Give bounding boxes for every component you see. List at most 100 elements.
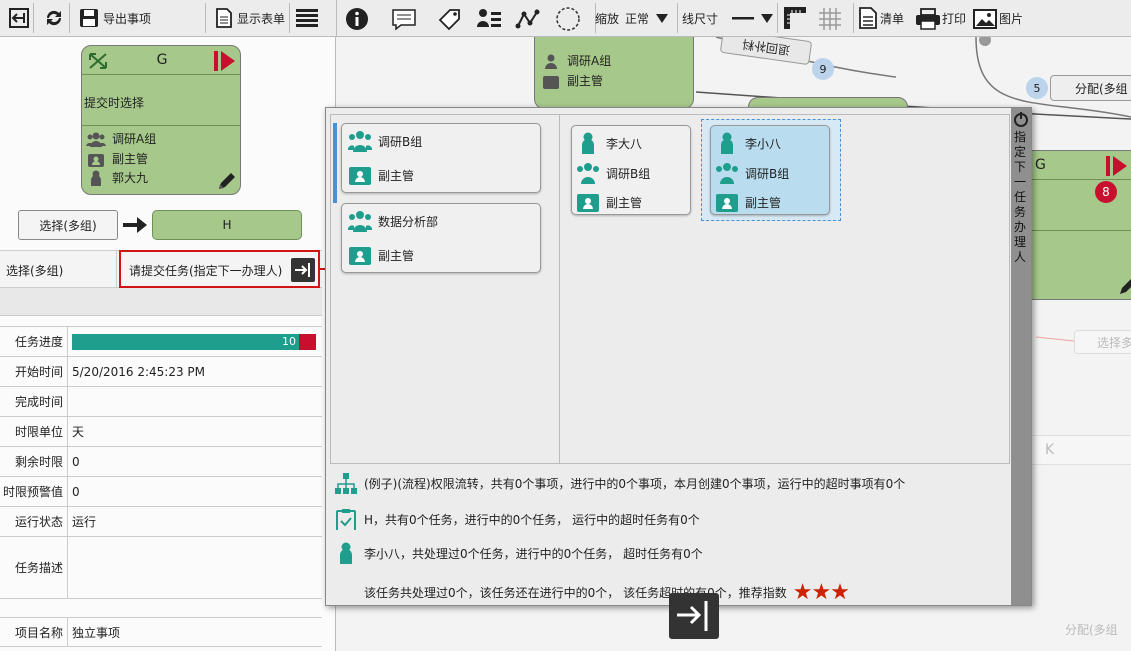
badge-icon — [577, 194, 599, 212]
floating-submit-button[interactable] — [669, 593, 719, 639]
users-button[interactable] — [477, 0, 503, 37]
ghost-edge-label: 分配(多组 — [1065, 622, 1118, 637]
person-icon — [721, 132, 733, 154]
group-icon — [577, 163, 599, 184]
time-unit-row: 时限单位天 — [0, 417, 322, 447]
submit-task-button[interactable]: 请提交任务(指定下一办理人) — [119, 250, 320, 288]
alert-count-badge: 8 — [1095, 181, 1117, 203]
back-icon — [8, 8, 29, 28]
canvas-top-card[interactable]: 调研A组 副主管 — [534, 37, 694, 109]
badge-icon — [349, 167, 371, 185]
ruler-button[interactable] — [777, 3, 808, 33]
ghost-node: K — [1024, 435, 1131, 465]
group-option[interactable]: 调研B组 副主管 — [341, 123, 541, 193]
info-person: 李小八，共处理过0个任务，进行中的0个任务， 超时任务有0个 — [334, 542, 703, 564]
lasso-button[interactable] — [555, 0, 581, 37]
power-icon — [1014, 112, 1028, 127]
back-button[interactable] — [4, 3, 34, 33]
arrow-right-icon — [123, 217, 147, 233]
person-icon — [340, 542, 352, 564]
edit-pencil-icon[interactable] — [216, 170, 238, 192]
show-form-button[interactable]: 显示表单 — [210, 3, 290, 33]
line-width-icon — [732, 17, 755, 20]
menu-button[interactable] — [292, 3, 322, 33]
progress-row: 任务进度 10 — [0, 327, 322, 357]
org-chart-icon — [335, 473, 357, 494]
target-node-h[interactable]: H — [152, 210, 302, 240]
group-icon — [86, 132, 106, 147]
ruler-icon — [784, 7, 806, 29]
card-role: 副主管 — [86, 150, 148, 167]
progress-value: 10 — [282, 334, 296, 348]
user-list-icon — [477, 8, 501, 27]
export-label: 导出事项 — [103, 11, 152, 26]
selection-indicator — [333, 123, 337, 203]
comment-button[interactable] — [391, 0, 417, 37]
dropdown-arrow-icon — [761, 14, 774, 23]
clipboard-check-icon — [336, 509, 356, 530]
export-button[interactable]: 导出事项 — [74, 3, 206, 33]
graph-button[interactable] — [515, 0, 541, 37]
print-button[interactable]: 打印 — [915, 0, 966, 37]
selection-area: 调研B组 副主管 数据分析部 副主管 李大八 调研B组 副主管 李小八 调研B组… — [330, 114, 1010, 464]
person-option[interactable]: 李大八 调研B组 副主管 — [571, 125, 691, 215]
person-icon — [582, 132, 594, 154]
person-option-selected[interactable]: 李小八 调研B组 副主管 — [701, 119, 841, 221]
show-form-label: 显示表单 — [237, 11, 286, 26]
left-toolbar: 导出事项 显示表单 — [0, 0, 336, 37]
edit-pencil-icon[interactable] — [1117, 275, 1131, 297]
group-icon — [545, 54, 557, 69]
zoom-control[interactable]: 缩放 正常 — [595, 3, 669, 33]
start-time-row: 开始时间 5/20/2016 2:45:23 PM — [0, 357, 322, 387]
menu-icon — [296, 9, 318, 27]
progress-fill — [72, 333, 299, 350]
side-tab[interactable]: 指定下一任务办理人 — [1011, 108, 1031, 605]
task-description-row: 任务描述 — [0, 537, 322, 599]
info-button[interactable] — [345, 0, 369, 37]
progress-bar: 10 — [72, 333, 316, 350]
canvas-right-card[interactable]: G 8 — [1024, 150, 1131, 300]
selection-row-label: 选择(多组) — [6, 264, 64, 278]
lasso-select-icon — [556, 6, 580, 31]
tag-icon — [438, 8, 460, 30]
warning-value-row: 时限预警值 0 — [0, 477, 322, 507]
group-option[interactable]: 数据分析部 副主管 — [341, 203, 541, 273]
card-body: 提交时选择 — [84, 96, 145, 110]
details-panel: 任务进度 10 开始时间 5/20/2016 2:45:23 PM 完成时间 时限… — [0, 326, 322, 616]
edge-label-assign[interactable]: 分配(多组 — [1050, 75, 1131, 101]
select-multi-group-button[interactable]: 选择(多组) — [18, 210, 118, 240]
image-button[interactable]: 图片 — [973, 0, 1023, 37]
tag-button[interactable] — [437, 0, 463, 37]
refresh-icon — [46, 10, 61, 26]
refresh-button[interactable] — [38, 3, 70, 33]
finish-time-row: 完成时间 — [0, 387, 322, 417]
side-tab-label: 指定下一任务办理人 — [1014, 130, 1027, 264]
play-flag-icon — [214, 51, 235, 71]
play-flag-icon — [1106, 156, 1127, 176]
image-icon — [973, 8, 997, 29]
list-document-icon — [859, 7, 877, 29]
info-process: (例子)(流程)权限流转，共有0个事项，进行中的0个事项，本月创建0个事项，运行… — [334, 472, 905, 494]
project-name-row: 项目名称 独立事项 — [0, 617, 322, 647]
info-task: H，共有0个任务，进行中的0个任务， 运行中的超时任务有0个 — [334, 508, 700, 530]
person-icon — [91, 170, 101, 186]
group-icon — [348, 131, 372, 152]
list-button[interactable]: 清单 — [853, 3, 904, 33]
dropdown-arrow-icon — [656, 14, 669, 23]
count-badge: 9 — [812, 58, 834, 80]
badge-icon — [716, 194, 738, 212]
info-icon — [346, 7, 368, 30]
task-card[interactable]: G 提交时选择 调研A组 副主管 郭大九 — [81, 45, 241, 195]
left-panel: 导出事项 显示表单 G 提交时选择 调研A组 副主管 郭大九 选择(多组) H … — [0, 0, 336, 651]
count-badge: 5 — [1026, 77, 1048, 99]
selected-person-card: 李小八 调研B组 副主管 — [710, 125, 830, 215]
assign-handler-dialog: 调研B组 副主管 数据分析部 副主管 李大八 调研B组 副主管 李小八 调研B组… — [325, 107, 1032, 606]
save-icon — [80, 9, 98, 27]
card-group: 调研A组 — [86, 130, 156, 147]
canvas-toolbar: 缩放 正常 线尺寸 清单 打印 图片 — [336, 0, 1131, 37]
ghost-edge-label: 选择多 — [1074, 330, 1131, 354]
document-icon — [216, 8, 232, 28]
line-size-control[interactable]: 线尺寸 — [677, 3, 774, 33]
submit-arrow-icon — [677, 601, 708, 631]
grid-button[interactable] — [817, 0, 843, 37]
